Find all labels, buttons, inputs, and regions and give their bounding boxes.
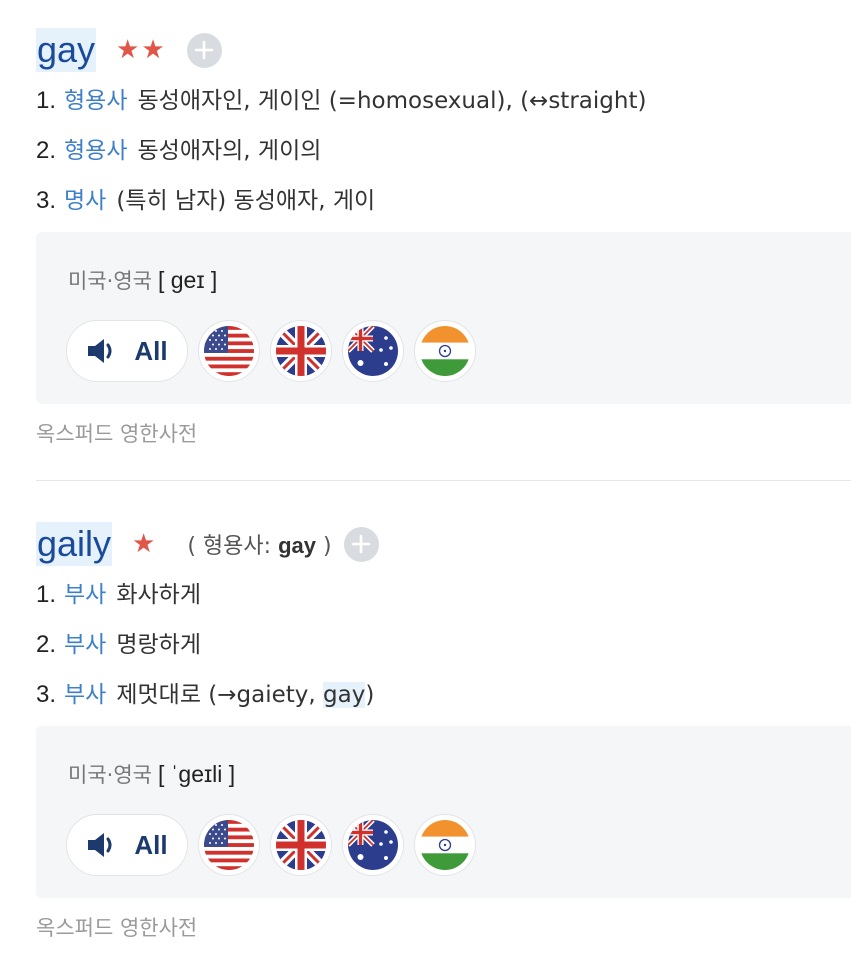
entry-header: gay ★★	[36, 24, 851, 76]
headword-link[interactable]: gaily	[36, 522, 113, 566]
audio-buttons: All	[66, 320, 476, 382]
speaker-icon	[88, 339, 112, 363]
play-uk-button[interactable]	[270, 320, 332, 382]
sense-definition: 화사하게	[116, 582, 201, 608]
pron-region: 미국·영국	[68, 269, 152, 293]
importance-stars: ★★	[116, 35, 167, 65]
sense-item: 2. 형용사 동성애자의, 게이의	[36, 126, 851, 176]
ipa-text: [ ˈgeɪli ]	[157, 761, 236, 787]
pron-region: 미국·영국	[68, 763, 152, 787]
part-of-speech: 명사	[64, 188, 107, 214]
play-us-button[interactable]	[198, 814, 260, 876]
us-flag-icon	[204, 820, 254, 870]
play-all-label: All	[134, 829, 168, 860]
dictionary-entry: gay ★★ 1. 형용사 동성애자인, 게이인 (=homosexual), (↔…	[36, 24, 851, 446]
play-all-label: All	[134, 335, 168, 366]
sense-list: 1. 형용사 동성애자인, 게이인 (=homosexual), (↔straigh…	[36, 76, 851, 226]
headword-link[interactable]: gay	[36, 28, 97, 72]
part-of-speech: 형용사	[64, 138, 128, 164]
entry-header: gaily ★ ( 형용사: gay )	[36, 518, 851, 570]
pronunciation-label: 미국·영국[ ˈgeɪli ]	[68, 759, 235, 789]
sense-item: 3. 부사 제멋대로 (→gaiety, gay)	[36, 670, 851, 720]
uk-flag-icon	[276, 820, 326, 870]
add-wordbook-button[interactable]	[343, 526, 379, 562]
entry-divider	[36, 480, 851, 481]
sense-definition: (특히 남자) 동성애자, 게이	[116, 188, 376, 214]
sense-number: 2.	[36, 137, 57, 164]
sense-item: 2. 부사 명랑하게	[36, 620, 851, 670]
ipa-text: [ geɪ ]	[157, 267, 218, 293]
play-all-button[interactable]: All	[66, 320, 188, 382]
play-all-button[interactable]: All	[66, 814, 188, 876]
part-of-speech: 형용사	[64, 88, 128, 114]
sense-item: 1. 형용사 동성애자인, 게이인 (=homosexual), (↔straigh…	[36, 76, 851, 126]
plus-icon	[194, 40, 214, 60]
part-of-speech: 부사	[64, 582, 107, 608]
play-us-button[interactable]	[198, 320, 260, 382]
sense-definition: 제멋대로 (→gaiety, gay)	[116, 682, 374, 708]
audio-buttons: All	[66, 814, 476, 876]
sense-number: 2.	[36, 631, 57, 658]
au-flag-icon	[348, 820, 398, 870]
in-flag-icon	[420, 326, 470, 376]
definition-text: )	[365, 682, 375, 708]
sense-list: 1. 부사 화사하게 2. 부사 명랑하게 3. 부사 제멋대로 (→gaiety, gay…	[36, 570, 851, 720]
lemma-suffix: )	[315, 534, 332, 559]
definition-text: 제멋대로 (→gaiety,	[116, 682, 324, 708]
sense-definition: 동성애자인, 게이인 (=homosexual), (↔straight)	[137, 88, 647, 114]
uk-flag-icon	[276, 326, 326, 376]
pronunciation-panel: 미국·영국[ geɪ ] All	[36, 232, 851, 404]
importance-stars: ★	[132, 529, 158, 559]
lemma-word[interactable]: gay	[278, 533, 316, 558]
pronunciation-label: 미국·영국[ geɪ ]	[68, 265, 217, 295]
au-flag-icon	[348, 326, 398, 376]
sense-number: 1.	[36, 87, 57, 114]
sense-definition: 명랑하게	[116, 632, 201, 658]
sense-number: 1.	[36, 581, 57, 608]
dictionary-source: 옥스퍼드 영한사전	[36, 916, 198, 940]
lemma-note: ( 형용사: gay )	[187, 528, 331, 560]
part-of-speech: 부사	[64, 632, 107, 658]
sense-number: 3.	[36, 187, 57, 214]
dictionary-source: 옥스퍼드 영한사전	[36, 422, 198, 446]
plus-icon	[351, 534, 371, 554]
sense-number: 3.	[36, 681, 57, 708]
sense-definition: 동성애자의, 게이의	[137, 138, 322, 164]
play-in-button[interactable]	[414, 814, 476, 876]
dictionary-entry: gaily ★ ( 형용사: gay ) 1. 부사 화사하게 2. 부사 명랑하게 3…	[36, 518, 851, 940]
part-of-speech: 부사	[64, 682, 107, 708]
play-au-button[interactable]	[342, 814, 404, 876]
add-wordbook-button[interactable]	[186, 32, 222, 68]
play-au-button[interactable]	[342, 320, 404, 382]
play-uk-button[interactable]	[270, 814, 332, 876]
in-flag-icon	[420, 820, 470, 870]
lemma-prefix: ( 형용사:	[187, 534, 279, 559]
sense-item: 3. 명사 (특히 남자) 동성애자, 게이	[36, 176, 851, 226]
us-flag-icon	[204, 326, 254, 376]
sense-item: 1. 부사 화사하게	[36, 570, 851, 620]
speaker-icon	[88, 833, 112, 857]
play-in-button[interactable]	[414, 320, 476, 382]
pronunciation-panel: 미국·영국[ ˈgeɪli ] All	[36, 726, 851, 898]
crossref-link[interactable]: gay	[323, 682, 366, 708]
